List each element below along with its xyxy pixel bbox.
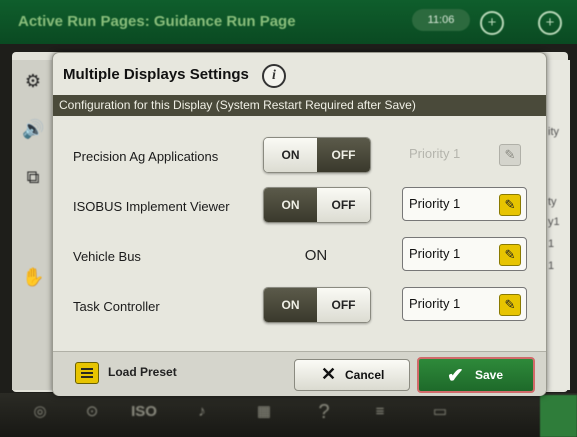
priority-value: Priority 1: [409, 246, 461, 261]
dialog-title: Multiple Displays Settings: [63, 66, 249, 83]
edit-icon[interactable]: ✎: [499, 244, 521, 266]
dock-gauge-icon[interactable]: ◎: [20, 399, 60, 431]
dock-home-button[interactable]: [540, 395, 577, 437]
edit-icon: ✎: [499, 144, 521, 166]
toggle-off-option[interactable]: OFF: [317, 188, 370, 222]
cancel-label: Cancel: [345, 368, 385, 382]
dock-status-icon[interactable]: ▭: [420, 399, 460, 431]
priority-selector-task-controller[interactable]: Priority 1 ✎: [402, 287, 527, 321]
vehicle-bus-state: ON: [304, 247, 328, 264]
isobus-toggle[interactable]: ON OFF: [263, 187, 371, 223]
priority-selector-isobus[interactable]: Priority 1 ✎: [402, 187, 527, 221]
dock-iso-icon[interactable]: ISO: [124, 399, 164, 431]
background-sidebar: [12, 60, 52, 390]
add-icon-2[interactable]: +: [538, 11, 562, 35]
multiple-displays-dialog: Multiple Displays Settings i Configurati…: [52, 52, 547, 396]
clock: 11:06: [412, 9, 470, 31]
dock-help-icon[interactable]: ?: [304, 399, 344, 431]
save-label: Save: [475, 368, 504, 382]
priority-value: Priority 1: [409, 196, 461, 211]
background-fragment: ity: [548, 126, 559, 138]
background-fragment: ty: [548, 196, 557, 208]
speaker-icon[interactable]: 🔊: [22, 118, 44, 140]
dock-menu-icon[interactable]: ≡: [360, 399, 400, 431]
load-preset-button[interactable]: Load Preset: [108, 365, 177, 379]
page-title: Active Run Pages: Guidance Run Page: [18, 13, 296, 30]
check-icon: ✔: [447, 365, 464, 387]
hand-icon[interactable]: ✋: [22, 266, 44, 288]
dialog-subheader: Configuration for this Display (System R…: [53, 95, 546, 116]
row-label-task-controller: Task Controller: [73, 299, 160, 314]
close-icon: ✕: [321, 364, 337, 384]
edit-icon[interactable]: ✎: [499, 294, 521, 316]
dialog-footer: Load Preset ✕ Cancel ✔ Save: [53, 351, 546, 396]
displays-icon[interactable]: ⧉: [22, 166, 44, 188]
toggle-on-option[interactable]: ON: [264, 288, 317, 322]
background-fragment: 1: [548, 260, 555, 272]
row-label-precision-ag: Precision Ag Applications: [73, 149, 219, 164]
dock-audio-icon[interactable]: ♪: [182, 399, 222, 431]
background-fragment: y1: [548, 216, 560, 228]
toggle-on-option[interactable]: ON: [264, 138, 317, 172]
toggle-off-option[interactable]: OFF: [317, 138, 370, 172]
priority-selector-vehicle-bus[interactable]: Priority 1 ✎: [402, 237, 527, 271]
row-label-vehicle-bus: Vehicle Bus: [73, 249, 141, 264]
cancel-button[interactable]: ✕ Cancel: [294, 359, 410, 391]
priority-value: Priority 1: [409, 146, 461, 161]
row-label-isobus: ISOBUS Implement Viewer: [73, 199, 230, 214]
toggle-on-option[interactable]: ON: [264, 188, 317, 222]
subheader-text: Configuration for this Display (System R…: [59, 98, 416, 112]
dock-target-icon[interactable]: ⊙: [72, 399, 112, 431]
dock-grid-icon[interactable]: ▦: [244, 399, 284, 431]
task-controller-toggle[interactable]: ON OFF: [263, 287, 371, 323]
precision-ag-toggle[interactable]: ON OFF: [263, 137, 371, 173]
background-fragment: 1: [548, 238, 555, 250]
info-icon[interactable]: i: [262, 64, 286, 88]
toggle-off-option[interactable]: OFF: [317, 288, 370, 322]
save-button[interactable]: ✔ Save: [417, 357, 535, 393]
priority-selector-precision-ag: Priority 1 ✎: [402, 137, 527, 171]
load-preset-icon[interactable]: [75, 362, 99, 384]
top-bar: Active Run Pages: Guidance Run Page 11:0…: [0, 0, 577, 44]
settings-icon[interactable]: ⚙: [22, 70, 44, 92]
priority-value: Priority 1: [409, 296, 461, 311]
edit-icon[interactable]: ✎: [499, 194, 521, 216]
add-icon[interactable]: +: [480, 11, 504, 35]
